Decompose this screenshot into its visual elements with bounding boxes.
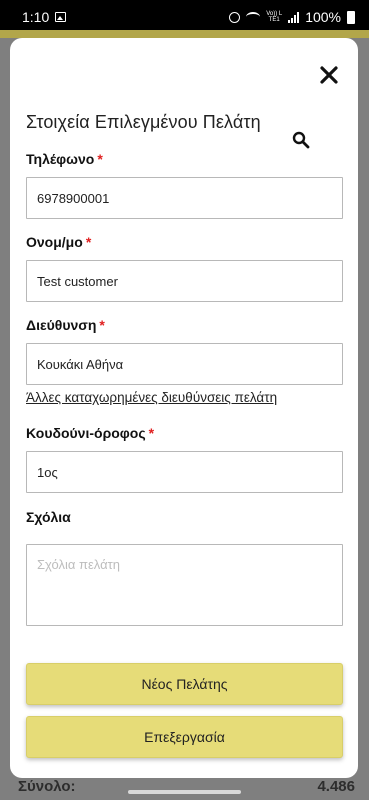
required-marker: *: [99, 317, 105, 333]
new-customer-button[interactable]: Νέος Πελάτης: [26, 663, 343, 705]
total-label: Σύνολο:: [18, 777, 76, 795]
address-label-text: Διεύθυνση: [26, 317, 97, 333]
status-time: 1:10: [22, 9, 50, 25]
modal-title: Στοιχεία Επιλεγμένου Πελάτη: [26, 112, 261, 132]
edit-button[interactable]: Επεξεργασία: [26, 716, 343, 758]
close-icon: [320, 66, 338, 84]
phone-input[interactable]: [26, 177, 343, 219]
background-header-strip: [0, 30, 369, 38]
battery-percentage: 100%: [305, 9, 341, 25]
battery-icon: [347, 10, 355, 24]
comments-label: Σχόλια: [26, 509, 71, 525]
name-input[interactable]: [26, 260, 343, 302]
volte-icon: Vo)) LTE1: [266, 11, 283, 23]
search-icon: [292, 131, 310, 149]
comments-label-text: Σχόλια: [26, 509, 71, 525]
status-right: Vo)) LTE1 100%: [229, 9, 355, 25]
required-marker: *: [85, 234, 92, 250]
total-value: 4.486: [317, 777, 355, 795]
phone-label-text: Τηλέφωνο: [26, 151, 95, 167]
signal-icon: [288, 11, 300, 23]
comments-textarea[interactable]: [26, 544, 343, 626]
doorbell-input[interactable]: [26, 451, 343, 493]
wifi-icon: [246, 12, 261, 22]
status-bar: 1:10 Vo)) LTE1 100%: [0, 0, 369, 34]
doorbell-label: Κουδούνι-όροφος *: [26, 425, 154, 441]
doorbell-label-text: Κουδούνι-όροφος: [26, 425, 146, 441]
search-customer-button[interactable]: [292, 131, 310, 149]
customer-details-modal: Στοιχεία Επιλεγμένου Πελάτη Τηλέφωνο* Ον…: [10, 38, 358, 778]
required-marker: *: [148, 425, 155, 441]
phone-label: Τηλέφωνο *: [26, 151, 103, 167]
required-marker: *: [97, 151, 103, 167]
address-input[interactable]: [26, 343, 343, 385]
status-left: 1:10: [22, 9, 67, 25]
address-label: Διεύθυνση *: [26, 317, 105, 333]
name-label-text: Ονομ/μο: [26, 234, 83, 250]
other-addresses-link[interactable]: Άλλες καταχωρημένες διευθύνσεις πελάτη: [26, 390, 277, 405]
gallery-icon: [55, 12, 67, 22]
close-button[interactable]: [318, 64, 340, 86]
alarm-icon: [229, 11, 241, 23]
name-label: Ονομ/μο *: [26, 234, 91, 250]
home-indicator[interactable]: [128, 790, 241, 794]
